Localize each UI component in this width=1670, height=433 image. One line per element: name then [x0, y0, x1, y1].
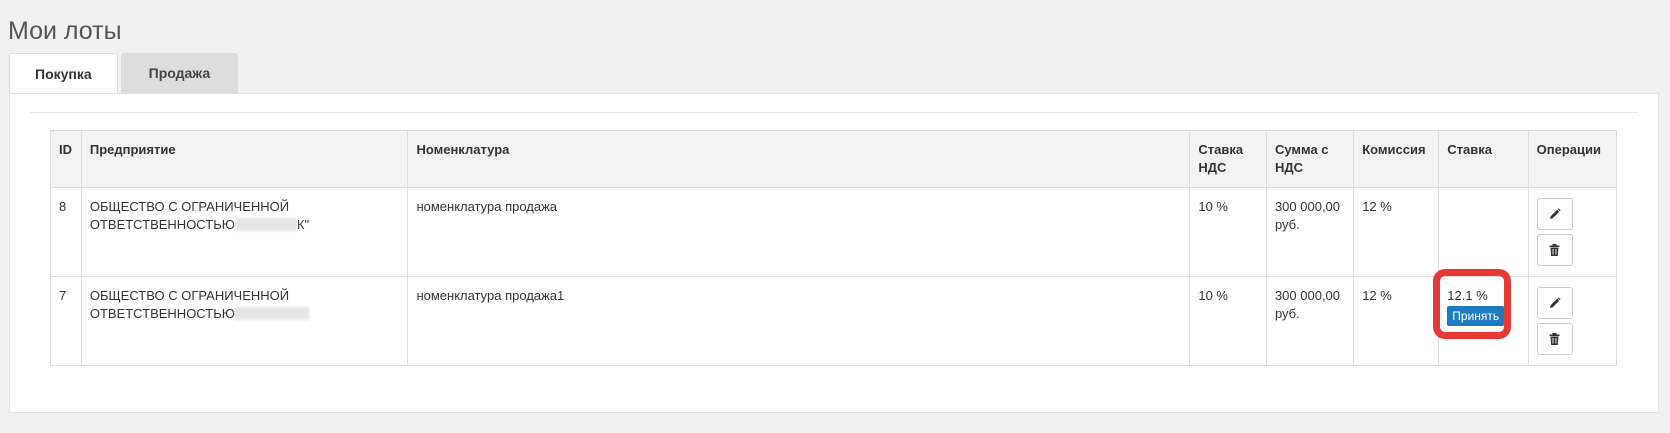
tab-sale[interactable]: Продажа — [120, 53, 239, 93]
sum-amount: 300 000,00 — [1274, 199, 1341, 214]
table-header-row: ID Предприятие Номенклатура Ставка НДС С… — [50, 130, 1618, 188]
trash-icon — [1549, 333, 1560, 345]
table-row: 7 ОБЩЕСТВО С ОГРАНИЧЕННОЙ ОТВЕТСТВЕННОСТ… — [50, 269, 1618, 366]
header-vat-rate-line2: НДС — [1198, 160, 1227, 175]
tab-panel: ID Предприятие Номенклатура Ставка НДС С… — [9, 93, 1659, 413]
cell-nomenclature: номенклатура продажа — [407, 187, 1191, 277]
edit-button[interactable] — [1536, 198, 1573, 230]
cell-stake — [1438, 187, 1529, 277]
cell-commission: 12 % — [1353, 187, 1440, 277]
header-sum-vat: Сумма с НДС — [1265, 130, 1355, 188]
cell-commission: 12 % — [1353, 276, 1440, 366]
redacted-block — [234, 218, 297, 231]
pencil-icon — [1549, 297, 1561, 308]
header-id: ID — [50, 130, 82, 188]
edit-button[interactable] — [1536, 287, 1573, 319]
redacted-block — [234, 307, 309, 320]
page-title: Мои лоты — [8, 17, 122, 45]
cell-company: ОБЩЕСТВО С ОГРАНИЧЕННОЙ ОТВЕТСТВЕННОСТЬЮ… — [80, 187, 409, 277]
cell-stake: 12.1 % Принять — [1433, 269, 1529, 366]
tab-purchase[interactable]: Покупка — [9, 53, 118, 95]
divider — [30, 112, 1638, 113]
cell-id: 8 — [50, 187, 82, 277]
header-vat-rate: Ставка НДС — [1189, 130, 1267, 188]
lots-table: ID Предприятие Номенклатура Ставка НДС С… — [50, 130, 1618, 366]
header-sum-vat-line2: НДС — [1274, 160, 1303, 175]
sum-currency: руб. — [1274, 217, 1300, 232]
company-suffix: К" — [296, 217, 310, 232]
company-line1: ОБЩЕСТВО С ОГРАНИЧЕННОЙ — [89, 199, 290, 214]
stake-value: 12.1 % — [1447, 288, 1488, 303]
operations-group — [1536, 287, 1608, 355]
sum-amount: 300 000,00 — [1274, 288, 1341, 303]
delete-button[interactable] — [1536, 323, 1573, 355]
sum-currency: руб. — [1274, 306, 1300, 321]
cell-nomenclature: номенклатура продажа1 — [407, 276, 1191, 366]
header-vat-rate-line1: Ставка — [1198, 142, 1244, 157]
cell-id: 7 — [50, 276, 82, 366]
cell-company: ОБЩЕСТВО С ОГРАНИЧЕННОЙ ОТВЕТСТВЕННОСТЬЮ — [80, 276, 409, 366]
tabs: Покупка Продажа — [9, 53, 239, 95]
company-line2: ОТВЕТСТВЕННОСТЬЮ — [89, 306, 235, 321]
header-commission: Комиссия — [1353, 130, 1440, 188]
operations-group — [1536, 198, 1608, 266]
header-operations: Операции — [1527, 130, 1618, 188]
cell-operations — [1527, 276, 1618, 366]
table-row: 8 ОБЩЕСТВО С ОГРАНИЧЕННОЙ ОТВЕТСТВЕННОСТ… — [50, 187, 1618, 277]
cell-sum: 300 000,00 руб. — [1265, 276, 1355, 366]
company-line2: ОТВЕТСТВЕННОСТЬЮ — [89, 217, 235, 232]
accept-button[interactable]: Принять — [1447, 306, 1505, 326]
company-line1: ОБЩЕСТВО С ОГРАНИЧЕННОЙ — [89, 288, 290, 303]
header-nomenclature: Номенклатура — [407, 130, 1191, 188]
cell-vat-rate: 10 % — [1189, 187, 1267, 277]
header-company: Предприятие — [80, 130, 409, 188]
highlight-annotation — [1433, 269, 1512, 339]
header-sum-vat-line1: Сумма с — [1274, 142, 1329, 157]
pencil-icon — [1549, 208, 1561, 219]
cell-vat-rate: 10 % — [1189, 276, 1267, 366]
trash-icon — [1549, 244, 1560, 256]
delete-button[interactable] — [1536, 234, 1573, 266]
cell-sum: 300 000,00 руб. — [1265, 187, 1355, 277]
header-stake: Ставка — [1438, 130, 1529, 188]
cell-operations — [1527, 187, 1618, 277]
